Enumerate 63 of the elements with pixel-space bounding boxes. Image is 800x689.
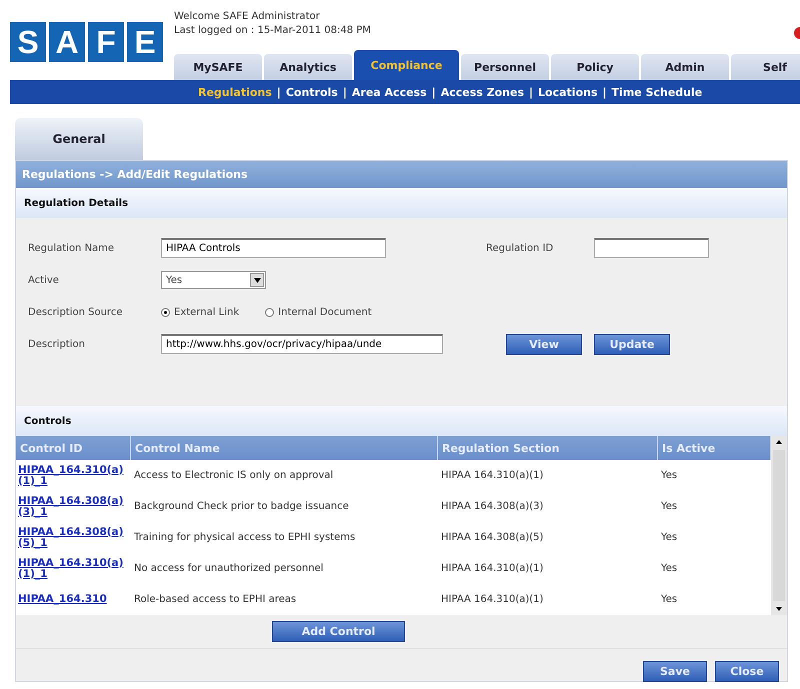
active-dropdown[interactable]: Yes (161, 271, 266, 289)
table-cell-text: Role-based access to EPHI areas (133, 594, 298, 605)
separator-text: | (529, 86, 534, 98)
control-id-link[interactable]: HIPAA_164.310 (18, 594, 131, 605)
table-cell-text: HIPAA 164.310(a)(1) (440, 470, 544, 481)
sub-nav-link[interactable]: Controls (286, 86, 338, 98)
regulation-id-field[interactable] (594, 238, 709, 258)
nav-tab[interactable]: MySAFE (174, 54, 262, 80)
table-cell-text: Background Check prior to badge issuance (133, 501, 350, 512)
table-cell-text: Training for physical access to EPHI systems (133, 532, 356, 543)
field-label: Description (28, 338, 86, 350)
separator-text: | (342, 86, 347, 98)
control-id-link[interactable]: HIPAA_164.310(a)(1)_1 (18, 558, 131, 580)
footer-button[interactable]: Close (715, 661, 779, 682)
sub-nav-link[interactable]: Locations (538, 86, 598, 98)
sub-nav-link[interactable]: Regulations (198, 86, 272, 98)
table-cell-text: Yes (660, 470, 678, 481)
add-control-button[interactable]: Add Control (272, 621, 405, 642)
control-id-link[interactable]: HIPAA_164.310(a)(1)_1 (18, 464, 131, 486)
welcome-text: Welcome SAFE Administrator (174, 10, 320, 24)
nav-tab[interactable]: Analytics (264, 54, 352, 80)
table-cell-text: Yes (660, 563, 678, 574)
table-cell-text: Access to Electronic IS only on approval (133, 470, 334, 481)
sub-nav-link[interactable]: Access Zones (440, 86, 524, 98)
table-cell-text: HIPAA 164.310(a)(1) (440, 563, 544, 574)
sub-nav-link[interactable]: Time Schedule (612, 86, 702, 98)
section-header: Controls (16, 406, 787, 436)
nav-tab[interactable]: Policy (551, 54, 639, 80)
table-cell-text: Yes (660, 594, 678, 605)
field-label: Regulation ID (486, 242, 554, 254)
nav-tab[interactable]: Self (731, 54, 800, 80)
scrollbar[interactable] (771, 436, 787, 615)
nav-tab[interactable]: Admin (641, 54, 729, 80)
separator-text: | (602, 86, 607, 98)
field-label: Regulation Name (28, 242, 116, 254)
field-label: Description Source (28, 306, 124, 318)
radio-option[interactable]: Internal Document (265, 306, 372, 318)
nav-tab[interactable]: Compliance (354, 50, 459, 80)
form-button[interactable]: Update (594, 334, 670, 354)
table-cell-text: Yes (660, 532, 678, 543)
breadcrumb-bar: Regulations -> Add/Edit Regulations (16, 161, 787, 188)
control-id-link[interactable]: HIPAA_164.308(a)(3)_1 (18, 496, 131, 518)
footer-button[interactable]: Save (643, 661, 707, 682)
control-id-link[interactable]: HIPAA_164.308(a)(5)_1 (18, 526, 131, 548)
table-cell-text: HIPAA 164.308(a)(5) (440, 532, 544, 543)
sub-nav-link[interactable]: Area Access (352, 86, 427, 98)
radio-option[interactable]: External Link (161, 306, 240, 318)
table-cell-text: No access for unauthorized personnel (133, 563, 324, 574)
separator-text: | (432, 86, 436, 98)
regulation-name-field[interactable]: HIPAA Controls (161, 238, 386, 258)
form-button[interactable]: View (506, 334, 582, 354)
table-cell-text: HIPAA 164.310(a)(1) (440, 594, 544, 605)
safe-logo: S A F E (10, 22, 163, 62)
description-field[interactable]: http://www.hhs.gov/ocr/privacy/hipaa/unde (161, 334, 443, 354)
section-header: Regulation Details (16, 188, 787, 218)
nav-tab[interactable]: Personnel (461, 54, 549, 80)
table-cell-text: HIPAA 164.308(a)(3) (440, 501, 544, 512)
page-tab[interactable]: General (15, 118, 143, 160)
field-label: Active (28, 274, 60, 286)
separator-text: | (276, 86, 281, 98)
last-logged-text: Last logged on : 15-Mar-2011 08:48 PM (174, 24, 371, 38)
caret-icon (254, 278, 260, 282)
table-cell-text: Yes (660, 501, 678, 512)
